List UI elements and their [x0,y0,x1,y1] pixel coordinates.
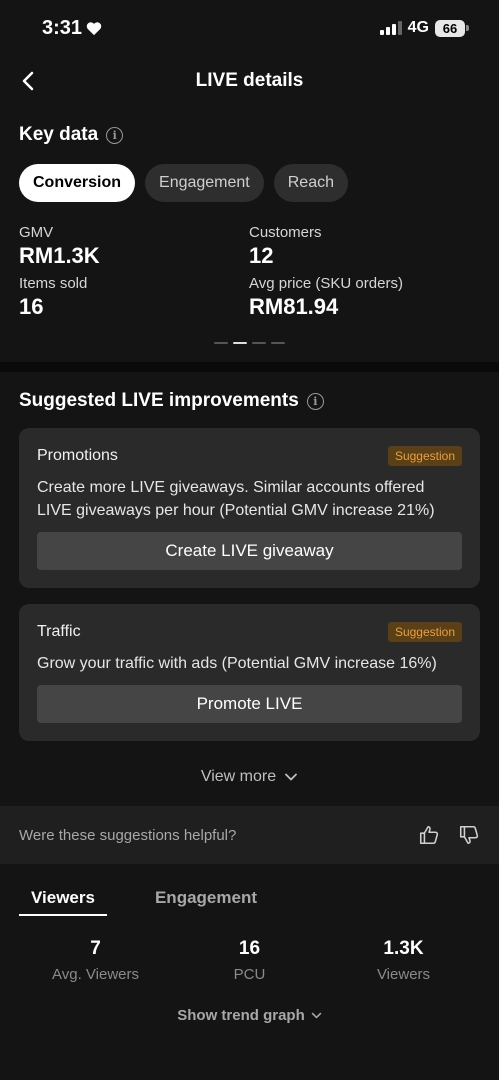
nav-bar: LIVE details [0,56,499,106]
feedback-bar: Were these suggestions helpful? [0,806,499,864]
thumbs-down-icon[interactable] [458,824,480,846]
stat-avg-viewers: 7 Avg. Viewers [38,938,153,983]
status-bar: 3:31 4G 66 [0,0,499,56]
show-trend-graph-button[interactable]: Show trend graph [0,1007,499,1024]
card-text: Grow your traffic with ads (Potential GM… [37,655,437,672]
key-data-tabs: Conversion Engagement Reach [19,164,480,202]
card-title: Traffic [37,623,81,640]
page-indicator [19,342,480,344]
card-title: Promotions [37,447,118,464]
battery-level: 66 [435,19,465,37]
battery-icon: 66 [435,19,469,37]
key-data-heading: Key data [19,124,99,145]
card-text: Create more LIVE giveaways. Similar acco… [37,479,435,519]
stat-label: Viewers [376,966,431,983]
improvements-section: Suggested LIVE improvements i Promotions… [0,390,499,789]
stat-value: 1.3K [383,938,424,959]
stat-value: 7 [90,938,101,959]
page-dot [252,342,266,344]
metric-value: 12 [249,243,274,268]
status-time: 3:31 [42,17,102,40]
stat-value: 16 [238,938,261,959]
tab-conversion[interactable]: Conversion [19,164,136,202]
key-data-section: Key data i Conversion Engagement Reach G… [0,124,499,344]
metric-avg-price: Avg price (SKU orders) RM81.94 [249,275,479,320]
stat-label: PCU [233,966,266,983]
chevron-down-icon [285,773,298,781]
page-dot-active [233,342,247,344]
thumbs-up-icon[interactable] [418,824,440,846]
suggestion-card-promotions: Promotions Suggestion Create more LIVE g… [19,428,480,588]
info-icon[interactable]: i [306,392,324,410]
status-indicators: 4G 66 [379,19,469,37]
info-icon[interactable]: i [106,126,124,144]
improvements-heading: Suggested LIVE improvements [19,390,299,411]
suggestion-badge: Suggestion [387,446,462,466]
chevron-down-icon [311,1012,321,1019]
metrics-grid: GMV RM1.3K Customers 12 Items sold 16 Av… [19,224,480,320]
tab-viewers[interactable]: Viewers [19,888,107,916]
metric-label: Items sold [19,275,88,292]
page-dot [214,342,228,344]
viewers-tabs: Viewers Engagement [0,888,499,916]
section-divider [0,362,499,372]
page-dot [271,342,285,344]
tab-engagement[interactable]: Engagement [145,164,264,202]
viewer-stats: 7 Avg. Viewers 16 PCU 1.3K Viewers [0,938,499,983]
trend-label: Show trend graph [177,1007,305,1024]
view-more-label: View more [200,768,277,785]
promote-live-button[interactable]: Promote LIVE [37,685,462,723]
create-giveaway-button[interactable]: Create LIVE giveaway [37,532,462,570]
feedback-question: Were these suggestions helpful? [19,826,237,844]
metric-customers: Customers 12 [249,224,479,269]
metric-items-sold: Items sold 16 [19,275,249,320]
heart-icon [86,21,102,35]
stat-label: Avg. Viewers [52,966,139,983]
stat-viewers: 1.3K Viewers [346,938,461,983]
signal-icon [379,21,402,35]
metric-value: 16 [19,294,44,319]
suggestion-card-traffic: Traffic Suggestion Grow your traffic wit… [19,604,480,741]
metric-value: RM1.3K [19,243,100,268]
time-text: 3:31 [42,16,83,39]
page-title: LIVE details [195,70,304,91]
metric-value: RM81.94 [249,294,339,319]
stat-pcu: 16 PCU [192,938,307,983]
tab-reach[interactable]: Reach [273,164,348,202]
suggestion-badge: Suggestion [387,622,462,642]
metric-label: GMV [19,224,54,241]
metric-label: Customers [249,224,322,241]
network-type: 4G [407,19,429,36]
view-more-button[interactable]: View more [19,765,480,789]
back-arrow-icon[interactable] [16,67,44,95]
metric-gmv: GMV RM1.3K [19,224,249,269]
tab-engagement-bottom[interactable]: Engagement [143,888,269,916]
metric-label: Avg price (SKU orders) [249,275,403,292]
